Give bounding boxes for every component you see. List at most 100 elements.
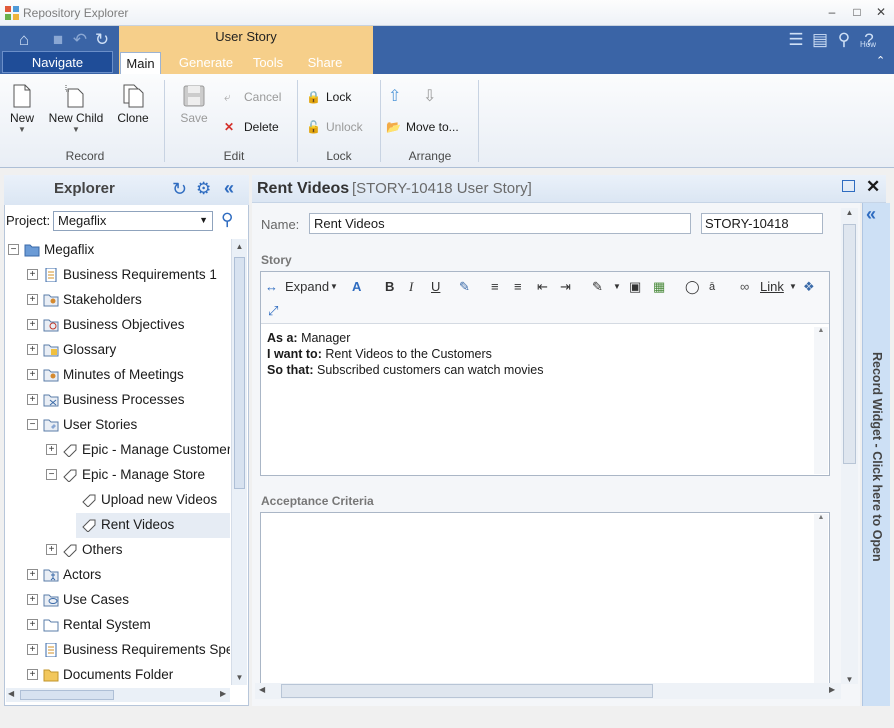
explorer-scroll-thumb[interactable] (234, 257, 245, 489)
italic-icon[interactable]: I (409, 278, 413, 296)
gear-icon[interactable]: ⚙ (196, 179, 211, 199)
tab-generate[interactable]: Generate (173, 52, 239, 74)
move-down-icon[interactable]: ⇩ (423, 86, 436, 106)
expand-icon[interactable]: + (27, 619, 38, 630)
name-field[interactable]: Rent Videos (309, 213, 691, 234)
link-dropdown-icon[interactable]: ▼ (789, 278, 797, 296)
document-icon[interactable]: ▤ (810, 30, 830, 50)
link-button[interactable]: Link (760, 278, 784, 296)
format-brush-icon[interactable]: ✎ (459, 278, 470, 296)
tree-item-megaflix[interactable]: − Megaflix (6, 238, 230, 263)
unlink-icon[interactable]: ❖ (803, 278, 815, 296)
edit-dropdown-icon[interactable]: ▼ (613, 278, 621, 296)
scroll-left-icon[interactable]: ◀ (8, 689, 14, 698)
explorer-vertical-scrollbar[interactable]: ▲ ▼ (231, 239, 247, 685)
collapse-ribbon-icon[interactable]: ⌃ (876, 54, 885, 67)
expand-icon[interactable]: + (27, 319, 38, 330)
tree-item-rent-videos[interactable]: Rent Videos (76, 513, 230, 538)
bold-icon[interactable]: B (385, 278, 394, 296)
collapse-explorer-icon[interactable]: « (224, 178, 234, 199)
collapse-icon[interactable]: − (46, 469, 57, 480)
popout-icon[interactable] (842, 180, 855, 192)
expand-icon[interactable]: + (27, 394, 38, 405)
story-content[interactable]: As a: Manager I want to: Rent Videos to … (267, 330, 544, 378)
link-icon[interactable]: ∞ (740, 278, 749, 296)
tree-item-others[interactable]: + Others (6, 538, 230, 563)
open-widget-icon[interactable]: « (866, 204, 876, 225)
maximize-icon[interactable]: □ (850, 5, 864, 19)
expand-icon[interactable]: + (27, 344, 38, 355)
underline-icon[interactable]: U (431, 278, 440, 296)
scroll-up-icon[interactable]: ▲ (814, 327, 828, 334)
numbered-list-icon[interactable]: ≡ (514, 278, 522, 296)
tree-item-documents-folder[interactable]: + Documents Folder (6, 663, 230, 686)
camera-icon[interactable]: ▣ (629, 278, 641, 296)
tree-item-user-stories[interactable]: − User Stories (6, 413, 230, 438)
tree-item-epic-manage-store[interactable]: − Epic - Manage Store (6, 463, 230, 488)
explorer-horizontal-scrollbar[interactable]: ◀ ▶ (6, 688, 230, 702)
acceptance-criteria-editor[interactable] (260, 512, 830, 686)
expand-icon[interactable]: + (27, 369, 38, 380)
tab-main[interactable]: Main (120, 52, 161, 74)
new-child-button[interactable]: New Child ▼ (46, 84, 106, 134)
project-select[interactable]: Megaflix ▼ (53, 211, 213, 231)
font-style-icon[interactable]: A (352, 278, 361, 296)
expand-icon[interactable]: + (27, 294, 38, 305)
expand-arrows-icon[interactable]: ↔ (265, 278, 278, 296)
record-hscroll-thumb[interactable] (281, 684, 653, 698)
find-binoculars-icon[interactable]: ◯ (685, 278, 700, 296)
tree-item-stakeholders[interactable]: + Stakeholders (6, 288, 230, 313)
refresh-quick-icon[interactable]: ↻ (92, 30, 112, 50)
record-scroll-thumb[interactable] (843, 224, 856, 464)
scroll-down-icon[interactable]: ▼ (232, 670, 247, 685)
acceptance-scrollbar[interactable]: ▲ (814, 514, 828, 684)
collapse-icon[interactable]: − (27, 419, 38, 430)
expand-icon[interactable]: + (27, 269, 38, 280)
image-icon[interactable]: ▦ (653, 278, 665, 296)
tree-item-epic-manage-customer[interactable]: + Epic - Manage Customer (6, 438, 230, 463)
scroll-right-icon[interactable]: ▶ (220, 689, 226, 698)
tree-item-business-requirements-spec[interactable]: + Business Requirements Spec (6, 638, 230, 663)
edit-box-icon[interactable]: ✎ (592, 278, 603, 296)
scroll-right-icon[interactable]: ▶ (829, 685, 835, 694)
tree-item-use-cases[interactable]: + Use Cases (6, 588, 230, 613)
expand-icon[interactable]: + (46, 444, 57, 455)
scroll-down-icon[interactable]: ▼ (841, 675, 858, 684)
scroll-up-icon[interactable]: ▲ (814, 514, 828, 521)
search-icon[interactable]: ⚲ (221, 210, 233, 230)
tree-item-upload-new-videos[interactable]: Upload new Videos (6, 488, 230, 513)
expand-icon[interactable]: + (27, 594, 38, 605)
record-vertical-scrollbar[interactable]: ▲ ▼ (841, 208, 858, 684)
expand-button[interactable]: Expand (285, 278, 329, 296)
tree-item-business-processes[interactable]: + Business Processes (6, 388, 230, 413)
tree-view-icon[interactable]: ☰ (786, 30, 806, 50)
record-widget-label-wrap[interactable]: Record Widget - Click here to Open (862, 352, 890, 562)
fullscreen-icon[interactable]: ⤢ (268, 302, 278, 320)
tree-item-rental-system[interactable]: + Rental System (6, 613, 230, 638)
expand-icon[interactable]: + (27, 669, 38, 680)
outdent-icon[interactable]: ⇤ (537, 278, 548, 296)
bullet-list-icon[interactable]: ≡ (491, 278, 499, 296)
tree-item-business-requirements[interactable]: + Business Requirements 1 (6, 263, 230, 288)
editor-scrollbar[interactable]: ▲ (814, 327, 828, 474)
close-record-icon[interactable]: ✕ (866, 177, 880, 197)
tab-tools[interactable]: Tools (247, 52, 289, 74)
tree-item-business-objectives[interactable]: + Business Objectives (6, 313, 230, 338)
minimize-icon[interactable]: – (825, 5, 839, 19)
close-window-icon[interactable]: ✕ (874, 5, 888, 19)
search-quick-icon[interactable]: ⚲ (834, 30, 854, 50)
expand-dropdown-icon[interactable]: ▼ (330, 278, 338, 296)
delete-button[interactable]: ✕ Delete (222, 118, 279, 136)
tree-item-glossary[interactable]: + Glossary (6, 338, 230, 363)
scroll-up-icon[interactable]: ▲ (841, 208, 858, 217)
home-icon[interactable]: ⌂ (14, 30, 34, 50)
refresh-icon[interactable]: ↻ (172, 179, 187, 200)
clone-button[interactable]: Clone (114, 84, 152, 125)
lock-button[interactable]: 🔒 Lock (304, 88, 351, 106)
move-up-icon[interactable]: ⇧ (388, 86, 401, 106)
record-horizontal-scrollbar[interactable]: ◀ ▶ (255, 683, 841, 699)
explorer-hscroll-thumb[interactable] (20, 690, 114, 700)
collapse-icon[interactable]: − (8, 244, 19, 255)
scroll-left-icon[interactable]: ◀ (259, 685, 265, 694)
tree-item-actors[interactable]: + Actors (6, 563, 230, 588)
